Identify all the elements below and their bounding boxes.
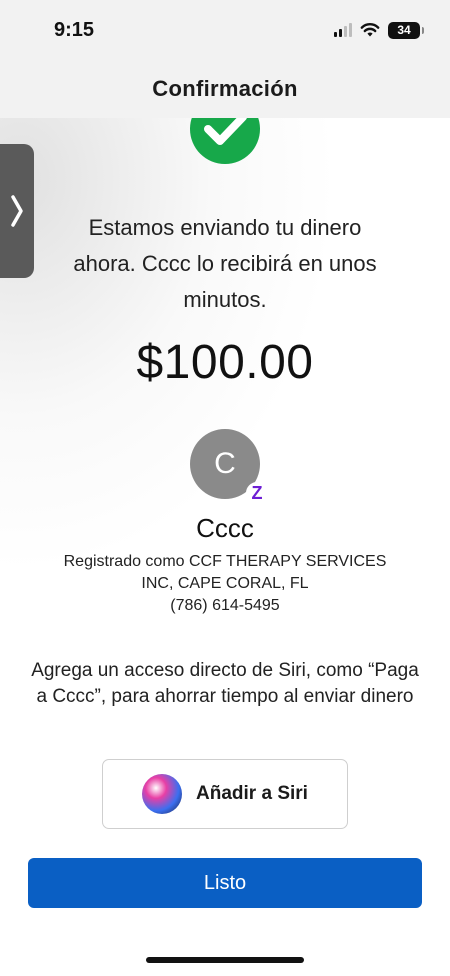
page-title: Confirmación [152, 76, 298, 101]
siri-icon [142, 774, 183, 814]
checkmark-icon [190, 118, 260, 164]
home-indicator[interactable] [146, 957, 304, 963]
confirmation-message: Estamos enviando tu dinero ahora. Cccc l… [73, 215, 377, 312]
signal-icon [334, 23, 352, 37]
registered-line-2: INC, CAPE CORAL, FL [141, 575, 309, 592]
done-button[interactable]: Listo [28, 858, 422, 908]
wifi-icon [360, 23, 380, 37]
zelle-badge-letter: Z [251, 482, 263, 503]
status-bar: 9:15 34 [0, 0, 450, 60]
avatar-initial: C [214, 447, 236, 480]
add-to-siri-label: Añadir a Siri [196, 783, 308, 804]
add-to-siri-button[interactable]: Añadir a Siri [102, 759, 348, 829]
battery-level: 34 [397, 23, 411, 37]
chevron-right-icon [11, 195, 23, 227]
registered-line-1: Registrado como CCF THERAPY SERVICES [63, 553, 387, 570]
amount: $100.00 [136, 336, 314, 389]
side-tab-handle[interactable] [0, 144, 34, 278]
recipient-phone: (786) 614-5495 [170, 597, 280, 614]
status-time: 9:15 [54, 19, 95, 41]
nav-bar: Confirmación [0, 60, 450, 118]
recipient-details: Registrado como CCF THERAPY SERVICES INC… [55, 551, 395, 617]
siri-prompt: Agrega un acceso directo de Siri, como “… [31, 660, 419, 707]
success-check [190, 118, 260, 174]
recipient-name: Cccc [196, 513, 254, 543]
zelle-icon: Z [246, 482, 268, 504]
battery-icon: 34 [388, 21, 424, 39]
status-icons: 34 [334, 20, 424, 40]
